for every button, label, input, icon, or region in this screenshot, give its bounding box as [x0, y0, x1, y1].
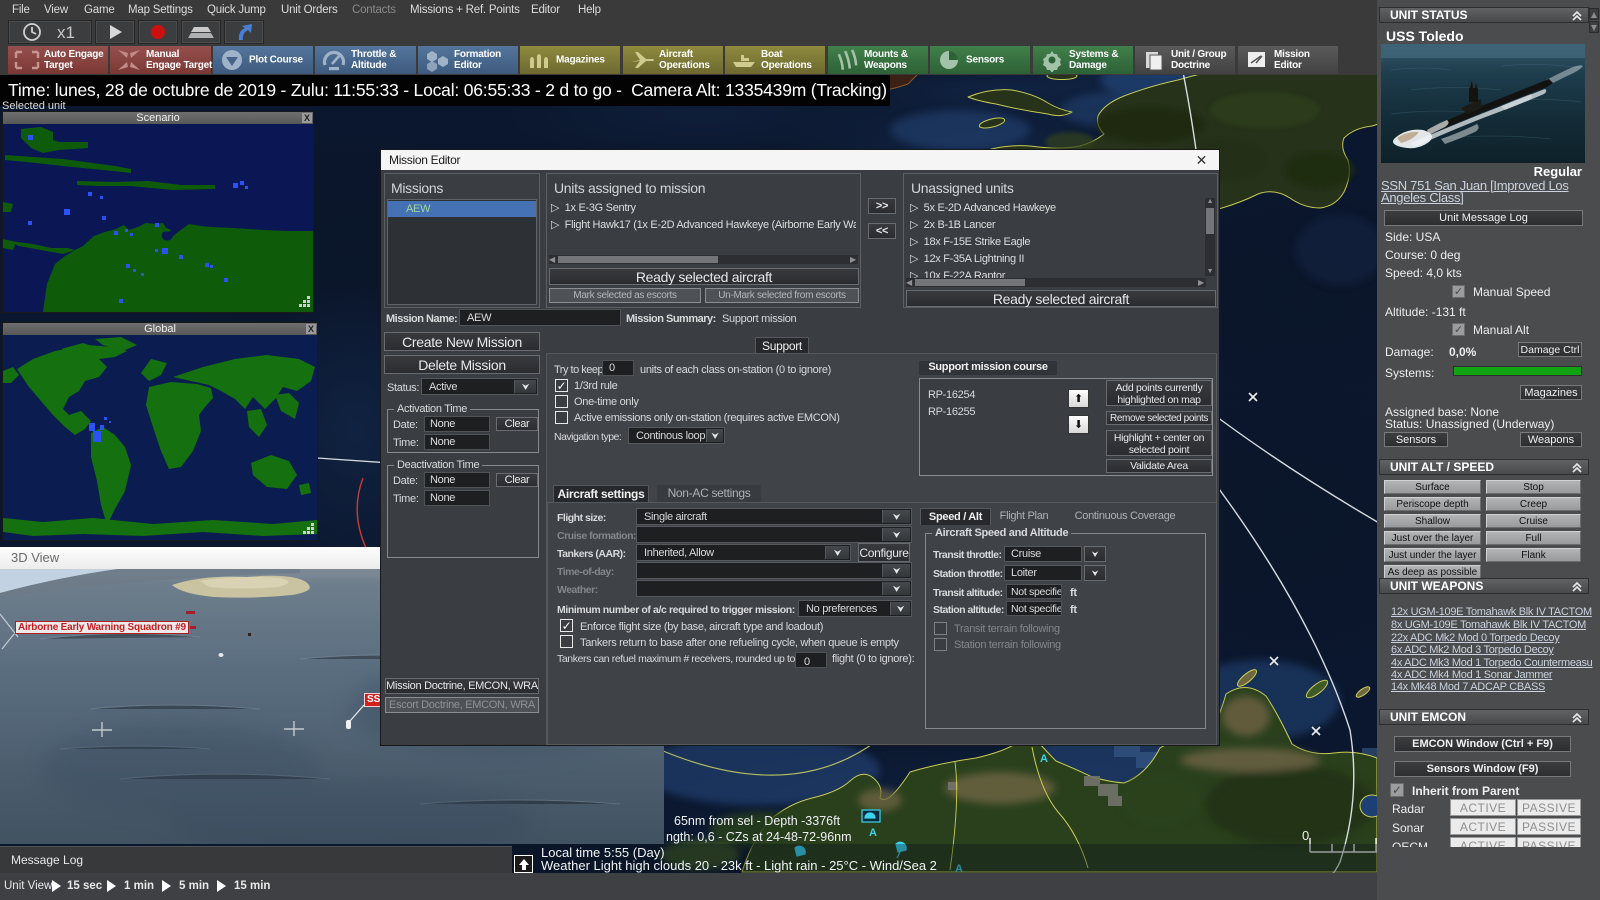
svg-text:A: A	[1040, 753, 1048, 765]
svg-text:0: 0	[1302, 828, 1309, 843]
svg-text:x1: x1	[57, 23, 75, 42]
svg-text:A: A	[869, 827, 877, 839]
